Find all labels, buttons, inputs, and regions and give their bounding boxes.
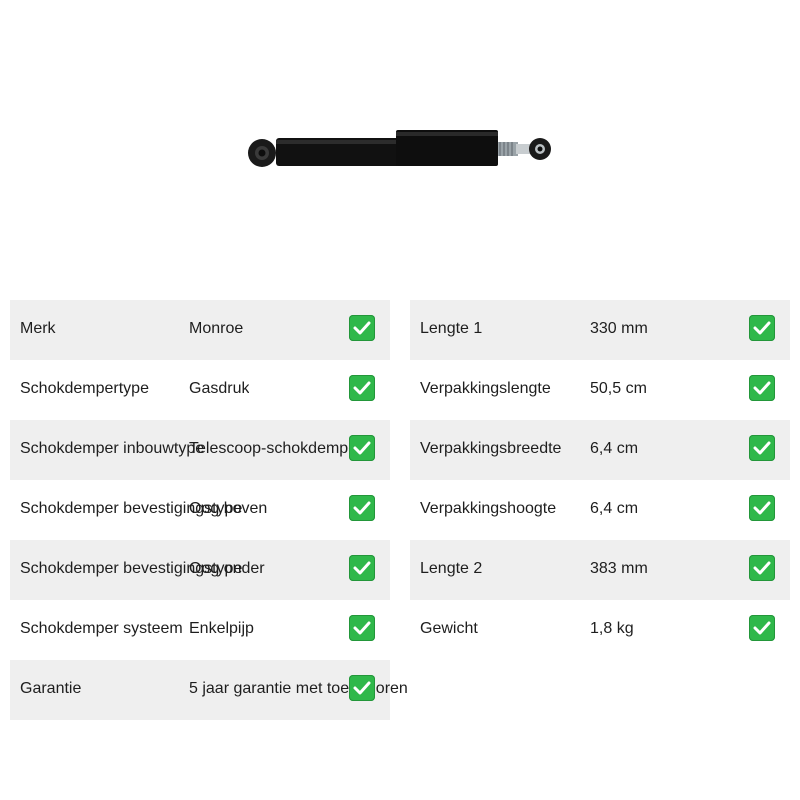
check-icon bbox=[749, 555, 775, 581]
spec-row: Schokdemper bevestigingstype Oog boven bbox=[10, 480, 390, 540]
spec-label: Garantie bbox=[20, 680, 82, 697]
spec-row: Lengte 2 383 mm bbox=[410, 540, 790, 600]
spec-row: Schokdemper inbouwtype Telescoop-schokde… bbox=[10, 420, 390, 480]
spec-row: Schokdempertype Gasdruk bbox=[10, 360, 390, 420]
spec-label: Verpakkingsbreedte bbox=[420, 440, 562, 457]
check-icon bbox=[349, 675, 375, 701]
spec-row: Verpakkingshoogte 6,4 cm bbox=[410, 480, 790, 540]
spec-label: Lengte 2 bbox=[420, 560, 483, 577]
check-icon bbox=[749, 375, 775, 401]
check-icon bbox=[349, 615, 375, 641]
spec-table-right: Lengte 1 330 mm Verpakkingslengte 50,5 c… bbox=[410, 300, 790, 660]
spec-value: Oog onder bbox=[189, 560, 265, 577]
spec-label: Gewicht bbox=[420, 620, 478, 637]
check-icon bbox=[349, 435, 375, 461]
spec-label: Schokdemper systeem bbox=[20, 620, 183, 637]
spec-label: Schokdemper inbouwtype bbox=[20, 440, 205, 457]
spec-value: Telescoop-schokdemper bbox=[189, 440, 363, 457]
check-icon bbox=[349, 315, 375, 341]
spec-value: 330 mm bbox=[590, 320, 648, 337]
spec-value: 50,5 cm bbox=[590, 380, 647, 397]
spec-value: Enkelpijp bbox=[189, 620, 254, 637]
check-icon bbox=[749, 435, 775, 461]
product-image bbox=[0, 0, 800, 300]
check-icon bbox=[749, 315, 775, 341]
check-icon bbox=[349, 375, 375, 401]
spec-row: Merk Monroe bbox=[10, 300, 390, 360]
spec-value: 383 mm bbox=[590, 560, 648, 577]
shock-absorber-image bbox=[248, 130, 551, 167]
check-icon bbox=[749, 495, 775, 521]
spec-row: Lengte 1 330 mm bbox=[410, 300, 790, 360]
spec-row: Verpakkingsbreedte 6,4 cm bbox=[410, 420, 790, 480]
spec-row: Schokdemper systeem Enkelpijp bbox=[10, 600, 390, 660]
spec-label: Verpakkingshoogte bbox=[420, 500, 557, 517]
spec-label: Merk bbox=[20, 320, 56, 337]
spec-label: Verpakkingslengte bbox=[420, 380, 551, 397]
spec-table-left: Merk Monroe Schokdempertype Gasdruk Scho… bbox=[10, 300, 408, 720]
spec-value: Gasdruk bbox=[189, 380, 250, 397]
spec-row: Gewicht 1,8 kg bbox=[410, 600, 790, 660]
spec-value: 1,8 kg bbox=[590, 620, 634, 637]
spec-row: Garantie 5 jaar garantie met toebehoren bbox=[10, 660, 408, 720]
spec-value: 6,4 cm bbox=[590, 440, 639, 457]
spec-row: Schokdemper bevestigingstype Oog onder bbox=[10, 540, 390, 600]
check-icon bbox=[349, 555, 375, 581]
spec-value: Monroe bbox=[189, 320, 244, 337]
spec-value: 6,4 cm bbox=[590, 500, 639, 517]
spec-row: Verpakkingslengte 50,5 cm bbox=[410, 360, 790, 420]
spec-label: Lengte 1 bbox=[420, 320, 483, 337]
check-icon bbox=[349, 495, 375, 521]
spec-value: Oog boven bbox=[189, 500, 268, 517]
check-icon bbox=[749, 615, 775, 641]
spec-label: Schokdempertype bbox=[20, 380, 149, 397]
